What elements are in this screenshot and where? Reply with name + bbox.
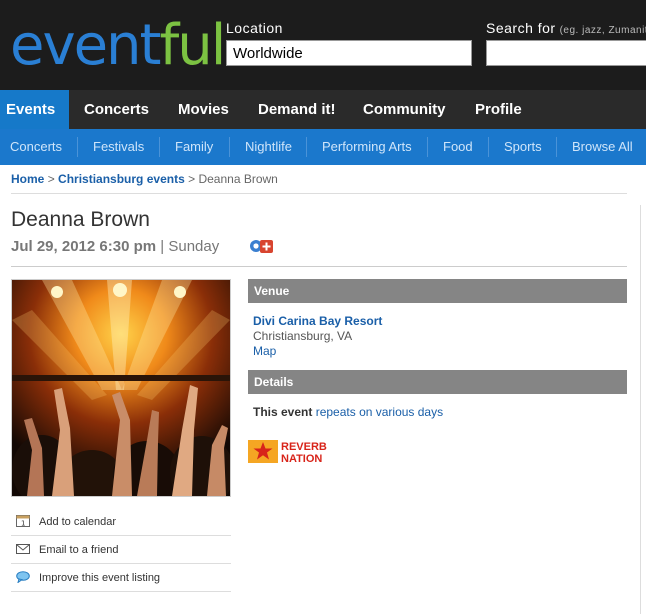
event-actions: 1 Add to calendar Email to a friend Impr…	[11, 508, 231, 592]
subnav-nightlife[interactable]: Nightlife	[245, 129, 292, 165]
improve-listing-link[interactable]: Improve this event listing	[11, 564, 231, 592]
logo-part-event: event	[10, 13, 161, 78]
nav-demand-it[interactable]: Demand it!	[250, 90, 344, 129]
subnav-divider	[488, 137, 489, 157]
concert-crowd-image	[12, 280, 230, 496]
venue-name-link[interactable]: Divi Carina Bay Resort	[253, 314, 382, 328]
email-friend-link[interactable]: Email to a friend	[11, 536, 231, 564]
breadcrumb-home[interactable]: Home	[11, 172, 44, 186]
details-text: This event repeats on various days	[253, 405, 443, 419]
header: eventful Location Worldwide Search for (e…	[0, 0, 646, 90]
main-nav: Events Concerts Movies Demand it! Commun…	[0, 90, 646, 129]
add-to-calendar-link[interactable]: 1 Add to calendar	[11, 508, 231, 536]
title-divider	[11, 266, 627, 267]
breadcrumb: Home > Christiansburg events > Deanna Br…	[11, 172, 278, 186]
eventful-logo[interactable]: eventful	[10, 13, 227, 78]
event-image	[11, 279, 231, 497]
location-input[interactable]: Worldwide	[226, 40, 472, 66]
event-weekday: Sunday	[168, 238, 220, 255]
subnav-divider	[556, 137, 557, 157]
subnav-food[interactable]: Food	[443, 129, 473, 165]
calendar-icon: 1	[16, 515, 30, 527]
sub-nav: Concerts Festivals Family Nightlife Perf…	[0, 129, 646, 165]
nav-profile[interactable]: Profile	[467, 90, 530, 129]
breadcrumb-current: Deanna Brown	[198, 172, 278, 186]
reverb-line2: NATION	[281, 453, 322, 465]
nav-events[interactable]: Events	[0, 90, 69, 129]
search-hint: (eg. jazz, Zumanit	[559, 25, 646, 36]
subnav-divider	[427, 137, 428, 157]
content-edge	[640, 205, 641, 614]
details-prefix: This event	[253, 405, 313, 419]
logo-part-ful: ful	[159, 13, 227, 78]
subnav-performing-arts[interactable]: Performing Arts	[322, 129, 412, 165]
svg-text:1: 1	[21, 520, 25, 528]
envelope-icon	[16, 544, 30, 554]
details-heading: Details	[248, 370, 627, 394]
reverbnation-logo[interactable]: REVERB NATION	[248, 437, 328, 465]
action-label: Add to calendar	[39, 516, 117, 528]
subnav-festivals[interactable]: Festivals	[93, 129, 144, 165]
breadcrumb-separator: >	[47, 172, 55, 186]
subnav-divider	[306, 137, 307, 157]
nav-community[interactable]: Community	[355, 90, 454, 129]
subnav-divider	[229, 137, 230, 157]
action-label: Improve this event listing	[39, 572, 161, 584]
breadcrumb-divider	[11, 193, 627, 194]
event-datetime: Jul 29, 2012 6:30 pm | Sunday	[11, 238, 219, 255]
event-title: Deanna Brown	[11, 208, 150, 231]
venue-map-link[interactable]: Map	[253, 344, 276, 358]
venue-heading: Venue	[248, 279, 627, 303]
repeats-link[interactable]: repeats on various days	[316, 405, 443, 419]
subnav-concerts[interactable]: Concerts	[10, 129, 62, 165]
google-plus-icon[interactable]	[248, 237, 274, 257]
speech-bubble-icon	[16, 571, 30, 583]
action-label: Email to a friend	[39, 544, 119, 556]
nav-movies[interactable]: Movies	[170, 90, 237, 129]
event-date-time: Jul 29, 2012 6:30 pm	[11, 238, 157, 255]
datetime-separator: |	[160, 238, 165, 255]
breadcrumb-city[interactable]: Christiansburg events	[58, 172, 185, 186]
search-input[interactable]	[486, 40, 646, 66]
location-label: Location	[226, 20, 283, 36]
reverb-line1: REVERB	[281, 441, 327, 453]
subnav-family[interactable]: Family	[175, 129, 213, 165]
venue-city: Christiansburg, VA	[253, 329, 353, 343]
breadcrumb-separator: >	[188, 172, 196, 186]
subnav-sports[interactable]: Sports	[504, 129, 542, 165]
subnav-divider	[77, 137, 78, 157]
nav-concerts[interactable]: Concerts	[76, 90, 157, 129]
search-label: Search for (eg. jazz, Zumanit	[486, 20, 646, 36]
subnav-divider	[159, 137, 160, 157]
subnav-browse-all[interactable]: Browse All	[572, 129, 633, 165]
search-label-text: Search for	[486, 20, 556, 36]
